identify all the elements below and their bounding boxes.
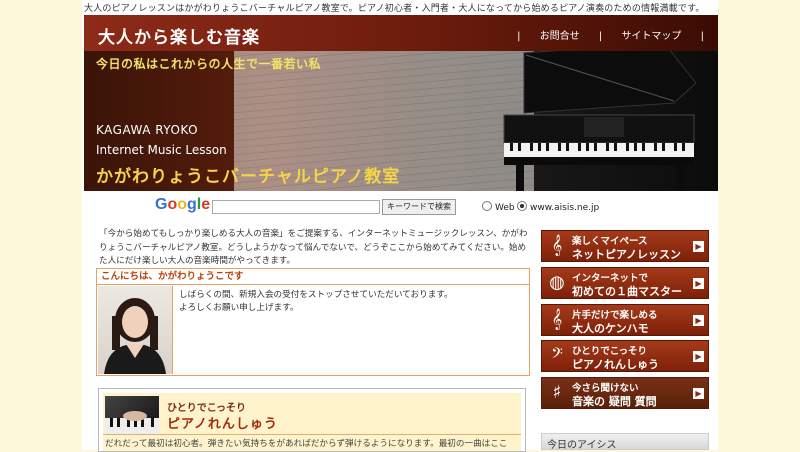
greeting-title: こんにちは、かがわりょうこです	[97, 269, 529, 285]
google-logo-letter: e	[201, 196, 211, 213]
arrow-right-icon: ▶	[693, 278, 704, 289]
menu-label-line1: 片手だけで楽しめる	[572, 310, 658, 321]
header-banner: 大人から楽しむ音楽 | お問合せ | サイトマップ | 今日の私はこれからの人生…	[84, 15, 718, 191]
keyword-search-button[interactable]: キーワードで検索	[382, 199, 456, 215]
menu-music-faq[interactable]: ♯ 今さら聞けない 音楽の 疑問 質問 ▶	[541, 377, 709, 409]
todays-aisis-title: 今日のアイシス	[547, 440, 617, 451]
menu-label-line1: ひとりでこっそり	[572, 346, 648, 357]
todays-aisis-box[interactable]: 今日のアイシス	[541, 433, 709, 451]
teacher-name-en: KAGAWA RYOKO	[96, 123, 199, 137]
separator: |	[517, 31, 521, 42]
menu-label-line2: ピアノれんしゅう	[572, 358, 660, 371]
radio-selected-icon[interactable]	[517, 201, 527, 211]
bass-clef-icon: 𝄢	[551, 345, 563, 366]
greeting-box: こんにちは、かがわりょうこです しばらくの間、新規入会の受付をストップさせていた…	[96, 268, 530, 376]
radio-site[interactable]: www.aisis.ne.jp	[517, 201, 599, 213]
menu-label-line2: 音楽の 疑問 質問	[572, 395, 657, 408]
school-title: かがわりょうこバーチャルピアノ教室	[96, 167, 401, 187]
separator: |	[598, 31, 603, 42]
intro-text: 「今から始めてもしっかり楽しめる大人の音楽」をご提案する、インターネットミュージ…	[99, 229, 528, 266]
google-logo-letter: o	[177, 196, 188, 213]
menu-label-line1: 楽しくマイペース	[572, 236, 648, 247]
greeting-line: よろしくお願い申し上げます。	[179, 303, 299, 313]
globe-icon: ◍	[549, 272, 565, 293]
greeting-line: しばらくの間、新規入会の受付をストップさせていただいております。	[179, 290, 453, 300]
header-links: | お問合せ | サイトマップ |	[517, 27, 704, 42]
separator: |	[700, 31, 704, 42]
header-slogan: 今日の私はこれからの人生で一番若い私	[96, 57, 322, 71]
radio-web[interactable]: Web	[482, 201, 515, 213]
treble-clef-icon: 𝄞	[551, 235, 563, 256]
feature-title[interactable]: ピアノれんしゅう	[167, 413, 278, 432]
divider	[103, 434, 521, 435]
radio-icon[interactable]	[482, 201, 492, 211]
treble-clef-icon: 𝄞	[551, 309, 563, 330]
lesson-subtitle-en: Internet Music Lesson	[96, 143, 227, 157]
google-logo-letter: o	[167, 196, 178, 213]
greeting-text: しばらくの間、新規入会の受付をストップさせていただいております。 よろしくお願い…	[179, 289, 519, 315]
menu-label-line2: 初めての１曲マスター	[572, 285, 682, 298]
menu-label-line2: 大人のケンハモ	[572, 322, 649, 335]
menu-first-song-master[interactable]: ◍ インターネットで 初めての１曲マスター ▶	[541, 267, 709, 299]
arrow-right-icon: ▶	[693, 351, 704, 362]
menu-label-line2: ネットピアノレッスン	[572, 248, 682, 261]
arrow-right-icon: ▶	[693, 388, 704, 399]
radio-web-label: Web	[495, 203, 515, 213]
teacher-photo	[98, 286, 173, 374]
menu-kenhamo[interactable]: 𝄞 片手だけで楽しめる 大人のケンハモ ▶	[541, 304, 709, 336]
feature-box: ひとりでこっそり ピアノれんしゅう だれだって最初は初心者。弾きたい気持ちをがあ…	[98, 388, 526, 452]
site-title[interactable]: 大人から楽しむ音楽	[98, 23, 260, 48]
menu-net-piano-lesson[interactable]: 𝄞 楽しくマイペース ネットピアノレッスン ▶	[541, 230, 709, 262]
radio-site-label: www.aisis.ne.jp	[530, 203, 600, 213]
feature-subtitle: ひとりでこっそり	[167, 403, 246, 414]
contact-link[interactable]: お問合せ	[540, 31, 580, 42]
google-logo: Google	[155, 196, 210, 214]
site-tagline: 大人のピアノレッスンはかがわりょうこバーチャルピアノ教室で。ピアノ初心者・入門者…	[84, 4, 705, 14]
grand-piano-image	[503, 43, 696, 191]
search-input[interactable]	[212, 200, 380, 214]
arrow-right-icon: ▶	[693, 241, 704, 252]
piano-keys-image[interactable]	[105, 396, 159, 434]
google-logo-letter: g	[187, 196, 197, 213]
arrow-right-icon: ▶	[693, 315, 704, 326]
sitemap-link[interactable]: サイトマップ	[621, 31, 681, 42]
menu-label-line1: インターネットで	[572, 273, 649, 284]
menu-piano-practice[interactable]: 𝄢 ひとりでこっそり ピアノれんしゅう ▶	[541, 340, 709, 372]
header-title-bar: 大人から楽しむ音楽 | お問合せ | サイトマップ |	[84, 15, 718, 51]
feature-text: だれだって最初は初心者。弾きたい気持ちをがあればだからず弾けるようになります。最…	[105, 439, 508, 449]
google-logo-letter: G	[155, 196, 168, 213]
sharp-icon: ♯	[552, 382, 562, 403]
menu-label-line1: 今さら聞けない	[572, 383, 639, 394]
